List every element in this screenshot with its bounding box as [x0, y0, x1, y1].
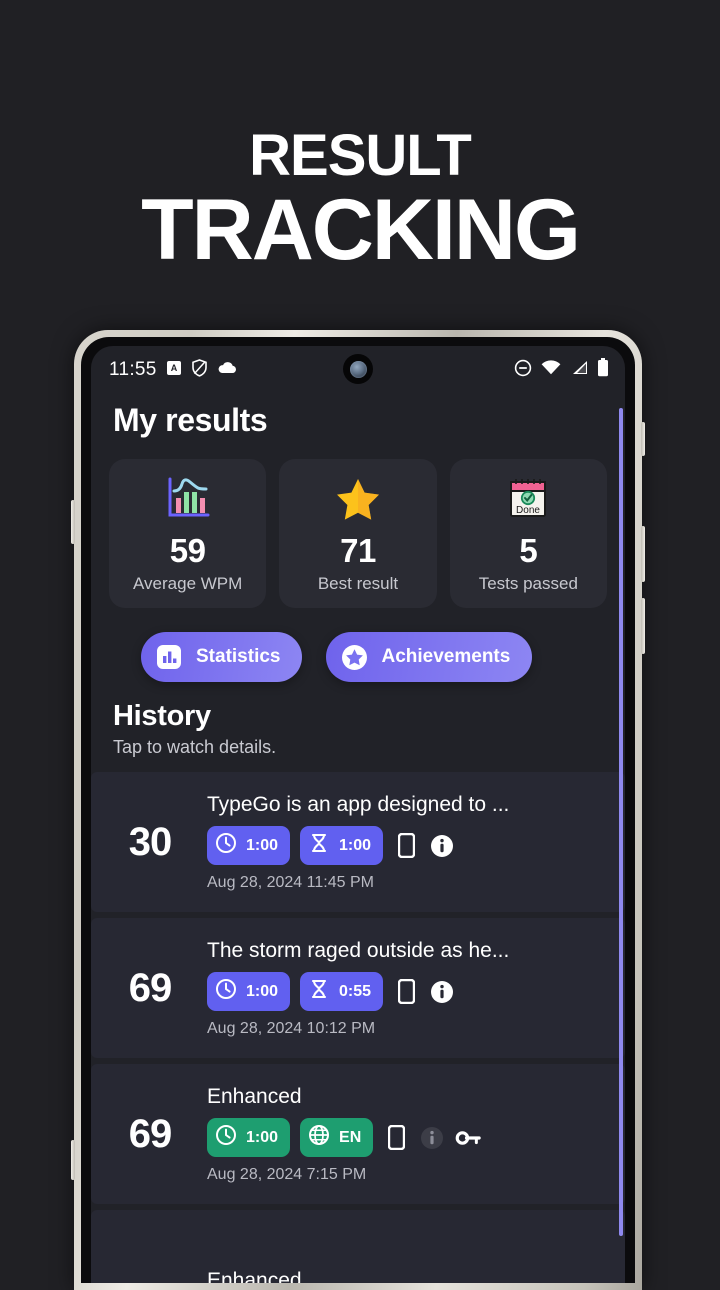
stat-card-average-wpm[interactable]: 59 Average WPM — [109, 459, 267, 608]
table-row[interactable]: Enhanced — [91, 1210, 625, 1283]
table-row[interactable]: 30 TypeGo is an app designed to ... 1:00 — [91, 772, 625, 912]
svg-text:A: A — [170, 363, 177, 373]
history-subtitle: Tap to watch details. — [113, 737, 277, 757]
duration-badge[interactable]: 1:00 — [207, 972, 291, 1011]
history-score: 69 — [128, 966, 173, 1010]
phone-mockup: 11:55 A My results 59 Average WPM 71 Bes… — [71, 330, 645, 1290]
history-text: Enhanced — [207, 1268, 302, 1284]
stat-value-best-result: 71 — [340, 532, 376, 569]
stat-card-tests-passed[interactable]: Done 5 Tests passed — [449, 459, 607, 608]
history-badges: 1:00 0:55 — [207, 972, 609, 1011]
history-row-body: Enhanced — [207, 1269, 609, 1284]
stat-value-average-wpm: 59 — [169, 532, 206, 569]
table-row[interactable]: 69 Enhanced 1:00 EN Aug 28, 2024 7:15 PM — [91, 1064, 625, 1204]
phone-icon — [383, 1125, 409, 1151]
statistics-button-label: Statistics — [196, 646, 281, 667]
stats-card-row: 59 Average WPM 71 Best result Done 5 Tes… — [109, 459, 607, 608]
table-row[interactable]: 69 The storm raged outside as he... 1:00 — [91, 918, 625, 1058]
phone-screen: 11:55 A My results 59 Average WPM 71 Bes… — [91, 346, 625, 1283]
duration-badge[interactable]: 1:00 — [207, 826, 291, 865]
history-row-body: TypeGo is an app designed to ... 1:00 1:… — [207, 793, 609, 892]
globe-icon — [308, 1124, 330, 1151]
history-text: TypeGo is an app designed to ... — [207, 793, 510, 816]
bar-chart-emoji — [115, 476, 260, 528]
history-date: Aug 28, 2024 7:15 PM — [207, 1166, 367, 1183]
star-emoji — [285, 476, 430, 528]
do-not-disturb-icon — [514, 359, 532, 382]
vertical-scrollbar[interactable] — [619, 408, 623, 1236]
info-icon[interactable] — [429, 979, 455, 1005]
calendar-done-emoji: Done — [456, 476, 601, 528]
wifi-icon — [541, 360, 561, 380]
svg-text:Done: Done — [516, 505, 540, 516]
stat-value-tests-passed: 5 — [519, 532, 538, 569]
history-text: The storm raged outside as he... — [207, 939, 510, 962]
achievements-button[interactable]: Achievements — [326, 632, 533, 682]
promo-title-line-1: RESULT — [249, 123, 472, 188]
history-badges: 1:00 1:00 — [207, 826, 609, 865]
clock-icon — [215, 832, 237, 859]
history-text: Enhanced — [207, 1085, 302, 1108]
stat-label-average-wpm: Average WPM — [133, 574, 243, 593]
stat-card-best-result[interactable]: 71 Best result — [279, 459, 437, 608]
phone-side-button-top — [641, 422, 645, 456]
star-circle-icon — [340, 643, 368, 671]
history-date: Aug 28, 2024 11:45 PM — [207, 874, 374, 891]
cellular-signal-icon — [570, 360, 588, 380]
phone-icon — [393, 833, 419, 859]
time-spent-badge-label: 1:00 — [339, 836, 372, 854]
page-title: My results — [113, 402, 268, 438]
time-spent-badge-label: 0:55 — [339, 982, 372, 1000]
phone-left-button-upper — [71, 500, 75, 544]
duration-badge-label: 1:00 — [246, 1128, 279, 1146]
stat-label-tests-passed: Tests passed — [478, 574, 578, 593]
history-list: 30 TypeGo is an app designed to ... 1:00 — [91, 772, 625, 1283]
front-camera-punch-hole — [343, 354, 373, 384]
status-bar-clock: 11:55 — [109, 359, 157, 380]
time-spent-badge[interactable]: 0:55 — [300, 972, 384, 1011]
language-badge-label: EN — [339, 1128, 362, 1146]
statistics-button[interactable]: Statistics — [141, 632, 303, 682]
clock-icon — [215, 1124, 237, 1151]
history-score: 30 — [128, 820, 173, 864]
battery-icon — [597, 358, 609, 382]
duration-badge[interactable]: 1:00 — [207, 1118, 291, 1157]
key-icon[interactable] — [455, 1125, 481, 1151]
history-badges: 1:00 EN — [207, 1118, 609, 1157]
bar-chart-icon — [155, 643, 183, 671]
cloud-icon — [217, 361, 237, 380]
duration-badge-label: 1:00 — [246, 982, 279, 1000]
phone-left-button-lower — [71, 1140, 75, 1180]
history-score: 69 — [128, 1112, 173, 1156]
info-icon-dim[interactable] — [419, 1125, 445, 1151]
status-bar-left: 11:55 A — [109, 358, 237, 382]
duration-badge-label: 1:00 — [246, 836, 279, 854]
language-badge[interactable]: EN — [300, 1118, 374, 1157]
action-button-row: Statistics Achievements — [109, 632, 607, 682]
phone-volume-down-button — [641, 598, 645, 654]
clock-icon — [215, 978, 237, 1005]
history-date: Aug 28, 2024 10:12 PM — [207, 1020, 376, 1037]
results-screen-content: My results 59 Average WPM 71 Best result… — [91, 402, 625, 758]
app-badge-icon: A — [166, 360, 182, 381]
promo-heading: RESULT TRACKING — [0, 0, 720, 320]
time-spent-badge[interactable]: 1:00 — [300, 826, 384, 865]
status-bar: 11:55 A — [91, 346, 625, 394]
status-bar-right — [514, 358, 609, 382]
hourglass-icon — [308, 832, 330, 859]
history-row-body: Enhanced 1:00 EN Aug 28, 2024 7:15 PM — [207, 1085, 609, 1184]
phone-icon — [393, 979, 419, 1005]
history-title: History — [113, 700, 211, 732]
phone-bezel: 11:55 A My results 59 Average WPM 71 Bes… — [81, 337, 635, 1283]
history-row-body: The storm raged outside as he... 1:00 0:… — [207, 939, 609, 1038]
achievements-button-label: Achievements — [381, 646, 511, 667]
shield-icon — [191, 358, 208, 382]
info-icon[interactable] — [429, 833, 455, 859]
phone-volume-up-button — [641, 526, 645, 582]
stat-label-best-result: Best result — [317, 574, 399, 593]
hourglass-icon — [308, 978, 330, 1005]
promo-title-line-2: TRACKING — [141, 181, 581, 278]
